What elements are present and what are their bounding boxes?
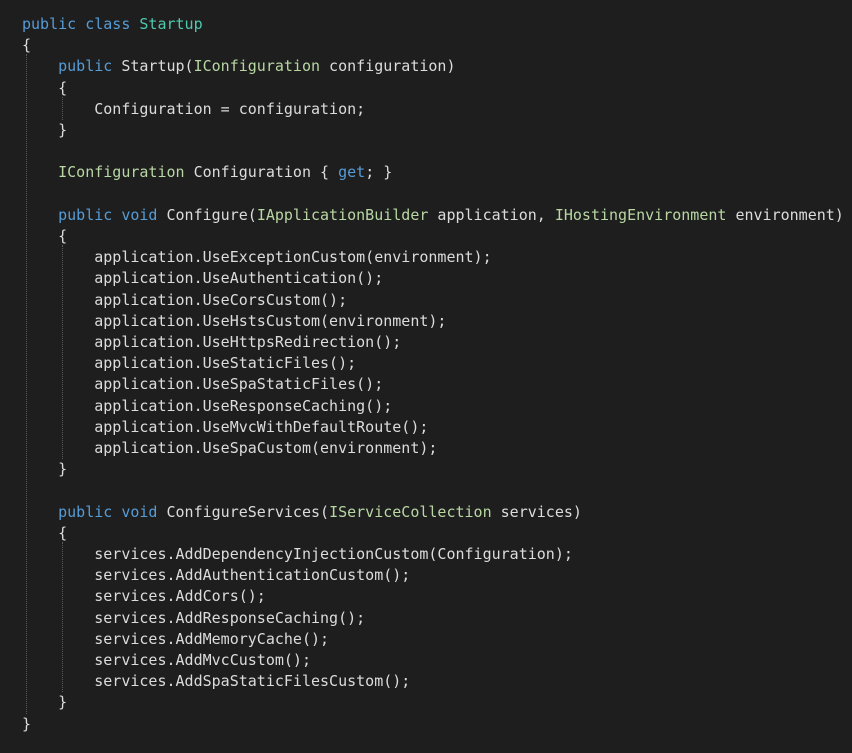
code-token: application.UseHstsCustom(environment); (22, 311, 447, 330)
code-line[interactable]: services.AddCors(); (22, 586, 266, 607)
code-token: application, (428, 205, 555, 224)
code-token: services) (491, 502, 582, 521)
code-token: IApplicationBuilder (256, 205, 429, 224)
code-line[interactable]: } (22, 459, 67, 480)
code-token: public (22, 15, 77, 33)
code-token: application.UseAuthentication(); (22, 269, 384, 288)
code-token: application.UseResponseCaching(); (22, 396, 393, 415)
code-token: services.AddMemoryCache(); (22, 629, 330, 648)
code-line[interactable]: public Startup(IConfiguration configurat… (22, 56, 456, 77)
code-token: public (58, 502, 113, 521)
code-line[interactable]: public void ConfigureServices(IServiceCo… (22, 502, 582, 523)
code-line[interactable]: services.AddAuthenticationCustom(); (22, 565, 410, 586)
code-token: Startup( (112, 57, 194, 76)
code-token: application.UseHttpsRedirection(); (22, 333, 402, 351)
code-token: ConfigureServices( (157, 502, 330, 521)
code-token: application.UseSpaStaticFiles(); (22, 375, 384, 394)
code-line[interactable]: services.AddDependencyInjectionCustom(Co… (22, 544, 573, 565)
code-line[interactable]: } (22, 120, 67, 141)
code-token: public (58, 205, 113, 224)
code-line[interactable]: services.AddMvcCustom(); (22, 650, 311, 671)
code-line[interactable]: application.UseAuthentication(); (22, 268, 383, 289)
code-line[interactable]: application.UseMvcWithDefaultRoute(); (22, 417, 428, 438)
code-line[interactable]: Configuration = configuration; (22, 99, 365, 120)
code-line[interactable]: application.UseSpaStaticFiles(); (22, 374, 383, 395)
code-token: IServiceCollection (329, 502, 492, 521)
code-token: services.AddAuthenticationCustom(); (22, 566, 411, 585)
code-line[interactable]: services.AddSpaStaticFilesCustom(); (22, 671, 410, 692)
code-token: Startup (139, 15, 203, 33)
code-token: application.UseExceptionCustom(environme… (22, 248, 492, 267)
code-token: services.AddSpaStaticFilesCustom(); (22, 672, 411, 691)
code-token: IConfiguration (193, 57, 321, 76)
code-line[interactable]: } (22, 714, 31, 735)
code-token: class (85, 15, 131, 33)
code-token: } (22, 121, 68, 139)
code-token: void (121, 205, 158, 224)
code-token: } (22, 693, 68, 712)
code-token: application.UseStaticFiles(); (22, 354, 357, 373)
code-line[interactable]: { (22, 523, 67, 544)
code-token: services.AddResponseCaching(); (22, 608, 366, 627)
code-line[interactable]: application.UseExceptionCustom(environme… (22, 247, 492, 268)
code-token: { (22, 36, 32, 55)
code-line[interactable]: services.AddResponseCaching(); (22, 608, 365, 629)
code-line[interactable]: } (22, 692, 67, 713)
code-token: IConfiguration (58, 163, 185, 182)
code-token: IHostingEnvironment (554, 205, 727, 224)
code-line[interactable]: application.UseStaticFiles(); (22, 353, 356, 374)
code-line[interactable]: { (22, 226, 67, 247)
code-line[interactable]: application.UseSpaCustom(environment); (22, 438, 437, 459)
code-token: application.UseCorsCustom(); (22, 290, 348, 309)
code-line[interactable]: IConfiguration Configuration { get; } (22, 162, 392, 183)
code-token: { (22, 523, 68, 542)
code-line[interactable]: application.UseHstsCustom(environment); (22, 311, 446, 332)
code-line[interactable]: public void Configure(IApplicationBuilde… (22, 205, 844, 226)
code-token: } (22, 460, 68, 479)
code-line[interactable]: { (22, 35, 31, 56)
code-line[interactable]: public class Startup (22, 14, 203, 35)
code-token: } (22, 714, 32, 733)
code-token: { (22, 227, 68, 245)
code-token: { (22, 78, 68, 97)
code-token: services.AddCors(); (22, 587, 266, 606)
code-line[interactable]: application.UseCorsCustom(); (22, 290, 347, 311)
code-token: public (58, 57, 113, 76)
code-token: Configuration { (184, 163, 339, 182)
code-token: services.AddMvcCustom(); (22, 651, 311, 669)
code-token: environment) (726, 205, 844, 224)
code-token: void (121, 502, 158, 521)
code-token: Configuration = configuration; (22, 99, 366, 118)
code-token: get (338, 163, 366, 182)
code-editor[interactable]: public class Startup{ public Startup(ICo… (0, 0, 852, 753)
code-token: configuration) (320, 57, 456, 76)
code-line[interactable]: { (22, 78, 67, 99)
code-token: application.UseMvcWithDefaultRoute(); (22, 417, 429, 436)
code-line[interactable]: services.AddMemoryCache(); (22, 629, 329, 650)
code-token: ; } (365, 163, 393, 182)
code-line[interactable]: application.UseHttpsRedirection(); (22, 332, 401, 353)
code-line[interactable]: application.UseResponseCaching(); (22, 396, 392, 417)
code-token: Configure( (157, 205, 257, 224)
code-token: application.UseSpaCustom(environment); (22, 439, 438, 457)
code-token: services.AddDependencyInjectionCustom(Co… (22, 545, 573, 563)
